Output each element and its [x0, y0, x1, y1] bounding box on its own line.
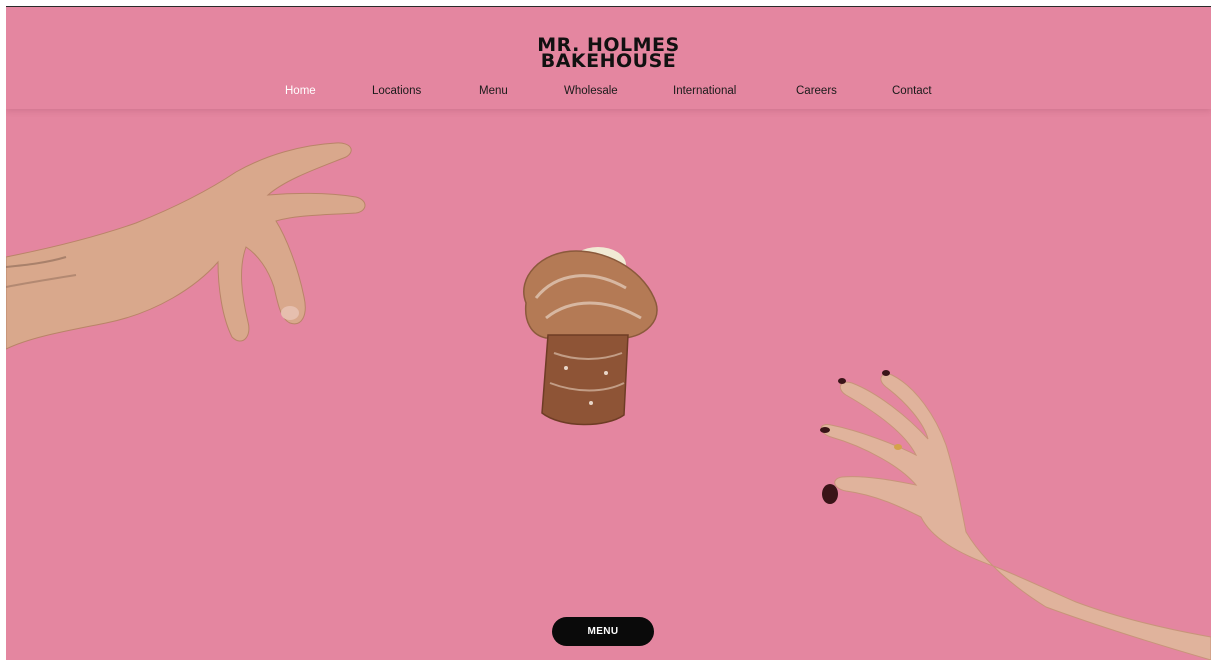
- nav-item-wholesale[interactable]: Wholesale: [564, 85, 618, 97]
- brand-line-2: BAKEHOUSE: [540, 50, 677, 72]
- right-hand-image: [820, 370, 1211, 660]
- nav-item-locations[interactable]: Locations: [372, 85, 421, 97]
- site-header: MR. HOLMES BAKEHOUSE Home Locations Menu…: [6, 7, 1211, 109]
- menu-button[interactable]: MENU: [552, 617, 654, 646]
- nav-item-careers[interactable]: Careers: [796, 85, 837, 97]
- left-hand-image: [6, 142, 366, 350]
- nav-item-home[interactable]: Home: [285, 85, 316, 97]
- nav-item-international[interactable]: International: [673, 85, 736, 97]
- brand-logo[interactable]: MR. HOLMES BAKEHOUSE: [6, 36, 1211, 72]
- nav-item-contact[interactable]: Contact: [892, 85, 932, 97]
- page-frame: MR. HOLMES BAKEHOUSE Home Locations Menu…: [6, 6, 1211, 660]
- nav-item-menu[interactable]: Menu: [479, 85, 508, 97]
- cruffin-pastry-image: [523, 247, 658, 426]
